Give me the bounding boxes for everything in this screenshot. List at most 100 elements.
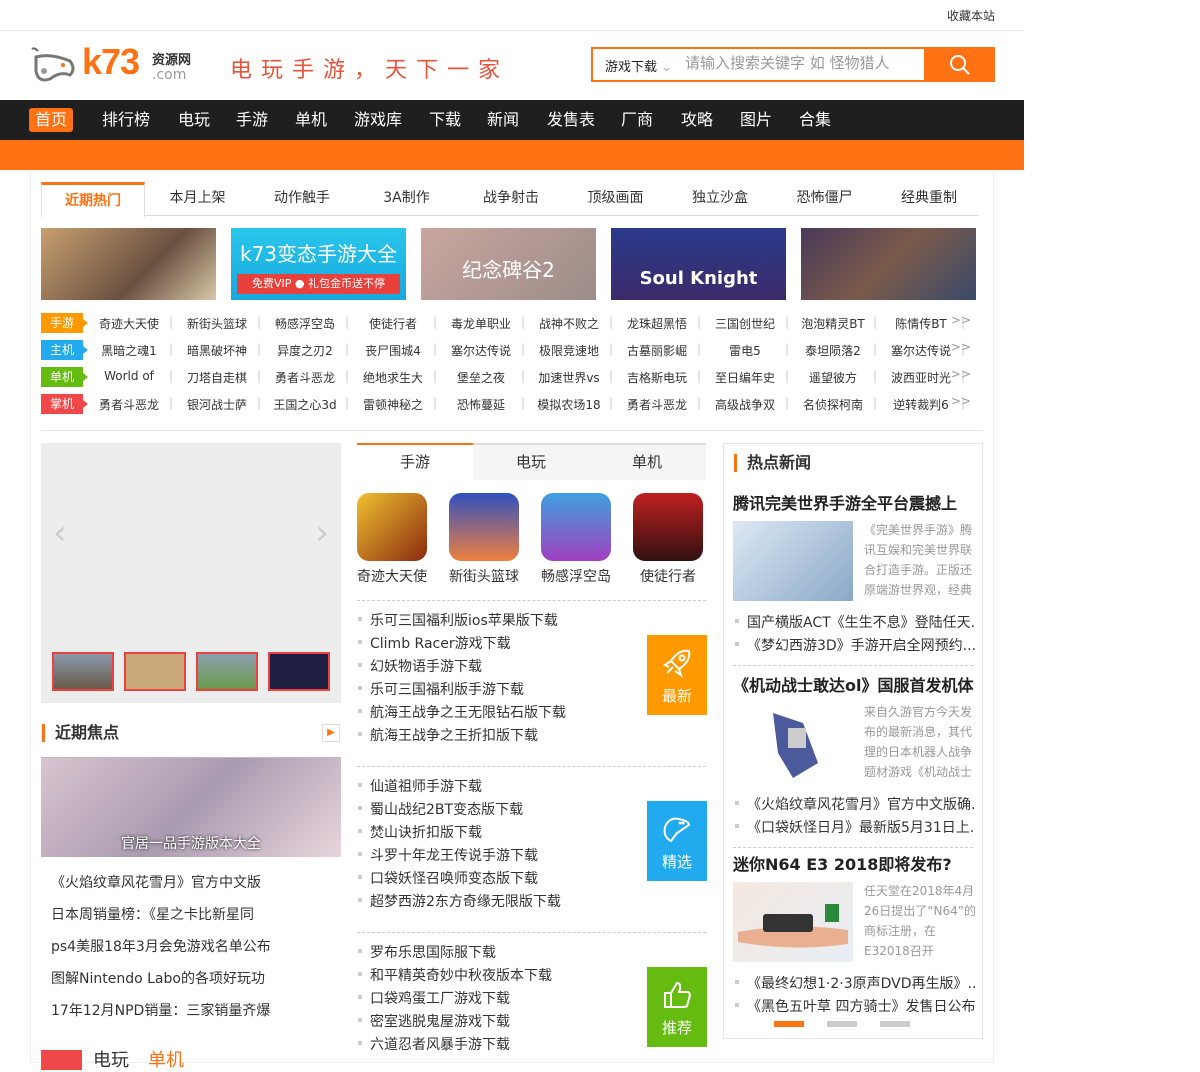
game-link[interactable]: 暗黑破坏神 [173, 342, 261, 359]
game-link[interactable]: 雷顿神秘之 [349, 396, 437, 413]
game-link[interactable]: 泡泡精灵BT [789, 315, 877, 332]
news-headline[interactable]: 迷你N64 E3 2018即将发布? [733, 851, 978, 875]
news-thumbnail[interactable] [733, 521, 853, 601]
slider-thumb[interactable] [52, 652, 114, 691]
game-link[interactable]: 王国之心3d [261, 396, 349, 413]
game-link[interactable]: 加速世界vs [525, 369, 613, 386]
game-link[interactable]: 勇者斗恶龙 [613, 396, 701, 413]
news-thumbnail[interactable] [733, 882, 853, 962]
banner-image[interactable]: 纪念碑谷2 [421, 228, 596, 300]
download-link[interactable]: 超梦西游2东方奇缘无限版下载 [358, 891, 561, 911]
badge-0[interactable]: 最新 [647, 635, 707, 715]
focus-news-link[interactable]: 《火焰纹章风花雪月》官方中文版 [51, 872, 261, 892]
game-link[interactable]: 堡垒之夜 [437, 369, 525, 386]
app-name[interactable]: 新街头篮球 [444, 566, 524, 586]
game-link[interactable]: 塞尔达传说 [437, 342, 525, 359]
slider-next-icon[interactable]: › [315, 513, 329, 553]
news-link[interactable]: 《黑色五叶草 四方骑士》发售日公布 [735, 996, 975, 1016]
game-link[interactable]: 勇者斗恶龙 [261, 369, 349, 386]
game-link[interactable]: 高级战争双 [701, 396, 789, 413]
download-link[interactable]: 六道忍者风暴手游下载 [358, 1034, 510, 1054]
focus-news-link[interactable]: 17年12月NPD销量：三家销量齐爆 [51, 1000, 270, 1020]
game-link[interactable]: 恐怖蔓延 [437, 396, 525, 413]
nav-item[interactable]: 手游 [230, 108, 274, 132]
game-link[interactable]: 战神不败之 [525, 315, 613, 332]
focus-news-link[interactable]: 图解Nintendo Labo的各项好玩功 [51, 968, 265, 988]
download-link[interactable]: 罗布乐思国际服下载 [358, 942, 496, 962]
game-link[interactable]: 银河战士萨 [173, 396, 261, 413]
app-icon[interactable] [357, 493, 427, 561]
row-label[interactable]: 掌机 [41, 394, 88, 414]
nav-item[interactable]: 攻略 [675, 108, 719, 132]
news-link[interactable]: 《口袋妖怪日月》最新版5月31日上... [735, 817, 975, 837]
game-link[interactable]: 模拟农场18 [525, 396, 613, 413]
news-headline[interactable]: 腾讯完美世界手游全平台震撼上 [733, 490, 978, 514]
search-input[interactable] [685, 54, 915, 72]
game-link[interactable]: 丧尸围城4 [349, 342, 437, 359]
game-link[interactable]: 三国创世纪 [701, 315, 789, 332]
category-tab[interactable]: 近期热门 [41, 182, 145, 217]
more-arrow-icon[interactable]: ▶ [322, 724, 340, 742]
download-link[interactable]: 口袋鸡蛋工厂游戏下载 [358, 988, 510, 1008]
game-link[interactable]: World of [85, 369, 173, 383]
banner-image[interactable] [801, 228, 976, 300]
download-link[interactable]: 蜀山战纪2BT变态版下载 [358, 799, 523, 819]
app-icon[interactable] [541, 493, 611, 561]
row-label[interactable]: 主机 [41, 340, 88, 360]
middle-tab[interactable]: 电玩 [473, 445, 589, 480]
row-label[interactable]: 手游 [41, 313, 88, 333]
download-link[interactable]: 焚山诀折扣版下载 [358, 822, 482, 842]
banner-image[interactable]: k73变态手游大全 免费VIP ● 礼包金币送不停 [231, 228, 406, 300]
category-tab[interactable]: 恐怖僵尸 [773, 182, 877, 216]
category-tab[interactable]: 动作触手 [250, 182, 354, 216]
game-link[interactable]: 遥望彼方 [789, 369, 877, 386]
game-link[interactable]: 雷电5 [701, 342, 789, 359]
download-link[interactable]: 航海王战争之王无限钻石版下载 [358, 702, 566, 722]
game-link[interactable]: 异度之刃2 [261, 342, 349, 359]
nav-item[interactable]: 下载 [423, 108, 467, 132]
nav-item[interactable]: 首页 [29, 108, 74, 132]
game-link[interactable]: 极限竞速地 [525, 342, 613, 359]
news-link[interactable]: 《最终幻想1·2·3原声DVD再生版》... [735, 973, 975, 993]
more-link[interactable]: >> [951, 313, 971, 327]
game-link[interactable]: 新街头篮球 [173, 315, 261, 332]
game-link[interactable]: 古墓丽影崛 [613, 342, 701, 359]
game-link[interactable]: 绝地求生大 [349, 369, 437, 386]
more-link[interactable]: >> [951, 394, 971, 408]
download-link[interactable]: 密室逃脱鬼屋游戏下载 [358, 1011, 510, 1031]
more-link[interactable]: >> [951, 367, 971, 381]
slider-thumb[interactable] [124, 652, 186, 691]
news-thumbnail[interactable] [733, 703, 853, 783]
section-tab-pc[interactable]: 单机 [148, 1046, 184, 1072]
category-tab[interactable]: 顶级画面 [564, 182, 668, 216]
news-headline[interactable]: 《机动战士敢达ol》国服首发机体 [733, 672, 978, 696]
app-icon[interactable] [633, 493, 703, 561]
badge-1[interactable]: 精选 [647, 801, 707, 881]
download-link[interactable]: 乐可三国福利版手游下载 [358, 679, 524, 699]
nav-item[interactable]: 合集 [793, 108, 837, 132]
nav-item[interactable]: 单机 [289, 108, 333, 132]
site-logo[interactable]: k73 资源网 .com [30, 41, 200, 87]
app-name[interactable]: 畅感浮空岛 [536, 566, 616, 586]
nav-item[interactable]: 游戏库 [348, 108, 408, 132]
game-link[interactable]: 名侦探柯南 [789, 396, 877, 413]
pager-dot-active[interactable] [774, 1021, 804, 1027]
download-link[interactable]: Climb Racer游戏下载 [358, 633, 511, 653]
download-link[interactable]: 航海王战争之王折扣版下载 [358, 725, 538, 745]
app-name[interactable]: 奇迹大天使 [352, 566, 432, 586]
game-link[interactable]: 黑暗之魂1 [85, 342, 173, 359]
download-link[interactable]: 斗罗十年龙王传说手游下载 [358, 845, 538, 865]
pager-dot[interactable] [827, 1021, 857, 1027]
download-link[interactable]: 乐可三国福利版ios苹果版下载 [358, 610, 558, 630]
nav-item[interactable]: 新闻 [481, 108, 525, 132]
news-link[interactable]: 《火焰纹章风花雪月》官方中文版确... [735, 794, 975, 814]
search-button[interactable] [924, 47, 995, 82]
category-tab[interactable]: 独立沙盒 [668, 182, 772, 216]
download-link[interactable]: 和平精英奇妙中秋夜版本下载 [358, 965, 552, 985]
download-link[interactable]: 口袋妖怪召唤师变态版下载 [358, 868, 538, 888]
banner-image[interactable]: Soul Knight [611, 228, 786, 300]
download-link[interactable]: 仙道祖师手游下载 [358, 776, 482, 796]
game-link[interactable]: 吉格斯电玩 [613, 369, 701, 386]
category-tab[interactable]: 3A制作 [355, 182, 459, 216]
nav-item[interactable]: 图片 [734, 108, 778, 132]
